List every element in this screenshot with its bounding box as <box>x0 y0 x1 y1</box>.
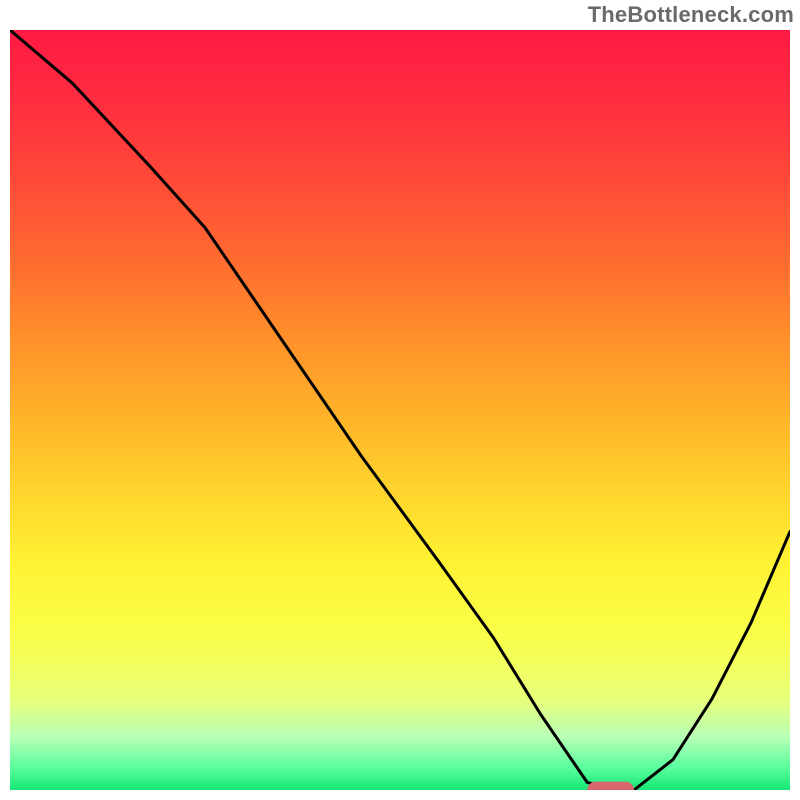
chart-container: TheBottleneck.com <box>0 0 800 800</box>
chart-background-gradient <box>10 30 790 790</box>
watermark-text: TheBottleneck.com <box>588 2 794 28</box>
chart-plot-area <box>10 30 790 790</box>
optimum-marker <box>587 782 634 790</box>
chart-svg <box>10 30 790 790</box>
